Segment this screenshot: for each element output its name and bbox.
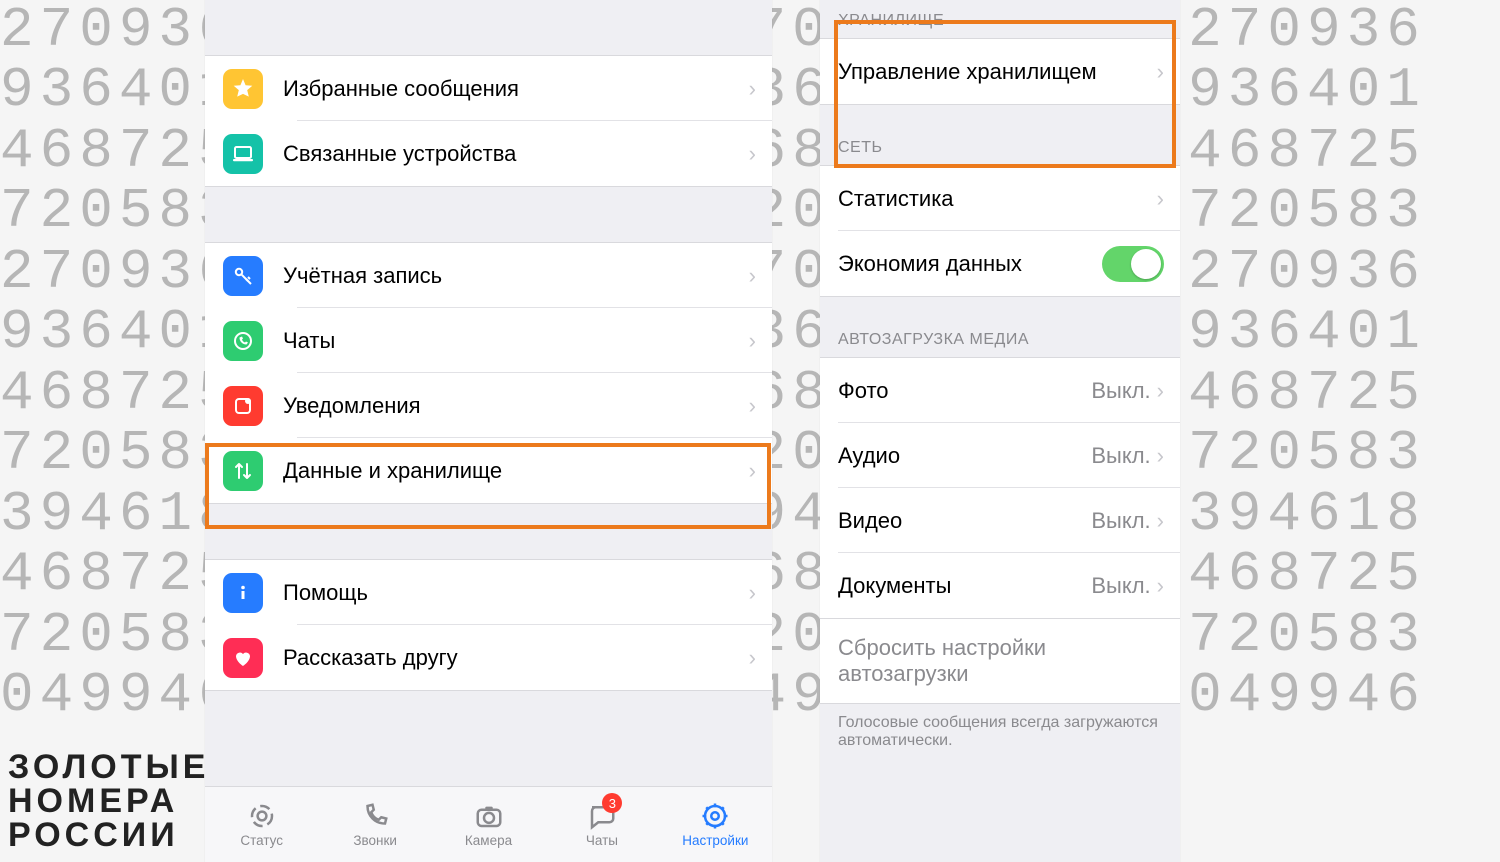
tab-settings[interactable]: Настройки	[659, 787, 772, 862]
row-value: Выкл.	[1091, 378, 1150, 404]
chevron-right-icon: ›	[749, 78, 756, 100]
tab-camera[interactable]: Камера	[432, 787, 545, 862]
chevron-right-icon: ›	[749, 330, 756, 352]
row-label: Аудио	[838, 443, 1091, 469]
settings-group: Помощь›Рассказать другу›	[205, 559, 772, 691]
key-icon	[223, 256, 263, 296]
row-label: Связанные устройства	[283, 141, 749, 167]
row-label: Документы	[838, 573, 1091, 599]
tab-label: Камера	[465, 833, 512, 848]
row-label: Экономия данных	[838, 251, 1102, 277]
settings-row-laptop[interactable]: Связанные устройства›	[205, 121, 772, 186]
tab-label: Звонки	[353, 833, 397, 848]
row-autoload[interactable]: ФотоВыкл. ›	[820, 358, 1180, 423]
row-label: Данные и хранилище	[283, 458, 749, 484]
badge: 3	[602, 793, 622, 813]
row-autoload[interactable]: ДокументыВыкл. ›	[820, 553, 1180, 618]
row-value: Выкл.	[1091, 573, 1150, 599]
row-value: Выкл.	[1091, 508, 1150, 534]
chevron-right-icon: ›	[1157, 445, 1164, 467]
tab-label: Статус	[240, 833, 283, 848]
brand-logo: ЗОЛОТЫЕНОМЕРАРОССИИ	[8, 750, 210, 852]
section-header-autoload: АВТОЗАГРУЗКА МЕДИА	[820, 297, 1180, 357]
row-chevron[interactable]: Статистика›	[820, 166, 1180, 231]
section-header-network: СЕТЬ	[820, 105, 1180, 165]
settings-group: Избранные сообщения›Связанные устройства…	[205, 55, 772, 187]
settings-row-updown[interactable]: Данные и хранилище›	[205, 438, 772, 503]
heart-icon	[223, 638, 263, 678]
row-toggle[interactable]: Экономия данных	[820, 231, 1180, 296]
laptop-icon	[223, 134, 263, 174]
row-label: Чаты	[283, 328, 749, 354]
chevron-right-icon: ›	[1157, 510, 1164, 532]
row-label: Управление хранилищем	[838, 59, 1157, 85]
chevron-right-icon: ›	[749, 582, 756, 604]
toggle-switch[interactable]	[1102, 246, 1164, 282]
row-label: Учётная запись	[283, 263, 749, 289]
tab-label: Чаты	[586, 833, 618, 848]
settings-row-key[interactable]: Учётная запись›	[205, 243, 772, 308]
chevron-right-icon: ›	[749, 143, 756, 165]
row-autoload[interactable]: АудиоВыкл. ›	[820, 423, 1180, 488]
phone-screen-storage: ХРАНИЛИЩЕ Управление хранилищем › СЕТЬ С…	[820, 0, 1180, 862]
tab-bar: Статус Звонки Камера 3 Чаты Настройки	[205, 786, 772, 862]
settings-row-heart[interactable]: Рассказать другу›	[205, 625, 772, 690]
row-label: Видео	[838, 508, 1091, 534]
phone-screen-settings: Избранные сообщения›Связанные устройства…	[205, 0, 772, 862]
row-value: Выкл.	[1091, 443, 1150, 469]
star-icon	[223, 69, 263, 109]
section-header-storage: ХРАНИЛИЩЕ	[820, 0, 1180, 38]
settings-row-star[interactable]: Избранные сообщения›	[205, 56, 772, 121]
footer-note: Голосовые сообщения всегда загружаются а…	[820, 704, 1180, 750]
tab-chats[interactable]: 3 Чаты	[545, 787, 658, 862]
tab-status[interactable]: Статус	[205, 787, 318, 862]
chevron-right-icon: ›	[749, 395, 756, 417]
chevron-right-icon: ›	[1157, 575, 1164, 597]
chevron-right-icon: ›	[1157, 61, 1164, 83]
settings-group: Учётная запись›Чаты›Уведомления›Данные и…	[205, 242, 772, 504]
chevron-right-icon: ›	[749, 265, 756, 287]
chevron-right-icon: ›	[749, 647, 756, 669]
bell-icon	[223, 386, 263, 426]
row-label: Фото	[838, 378, 1091, 404]
row-label: Статистика	[838, 186, 1157, 212]
chevron-right-icon: ›	[1157, 188, 1164, 210]
settings-row-info[interactable]: Помощь›	[205, 560, 772, 625]
info-icon	[223, 573, 263, 613]
row-label: Уведомления	[283, 393, 749, 419]
row-label: Помощь	[283, 580, 749, 606]
row-reset-autoload[interactable]: Сбросить настройки автозагрузки	[820, 619, 1180, 703]
row-storage-management[interactable]: Управление хранилищем ›	[820, 39, 1180, 104]
row-autoload[interactable]: ВидеоВыкл. ›	[820, 488, 1180, 553]
row-label: Рассказать другу	[283, 645, 749, 671]
settings-row-bell[interactable]: Уведомления›	[205, 373, 772, 438]
row-label: Избранные сообщения	[283, 76, 749, 102]
tab-label: Настройки	[682, 833, 748, 848]
updown-icon	[223, 451, 263, 491]
settings-row-whatsapp[interactable]: Чаты›	[205, 308, 772, 373]
chevron-right-icon: ›	[749, 460, 756, 482]
chevron-right-icon: ›	[1157, 380, 1164, 402]
whatsapp-icon	[223, 321, 263, 361]
tab-calls[interactable]: Звонки	[318, 787, 431, 862]
